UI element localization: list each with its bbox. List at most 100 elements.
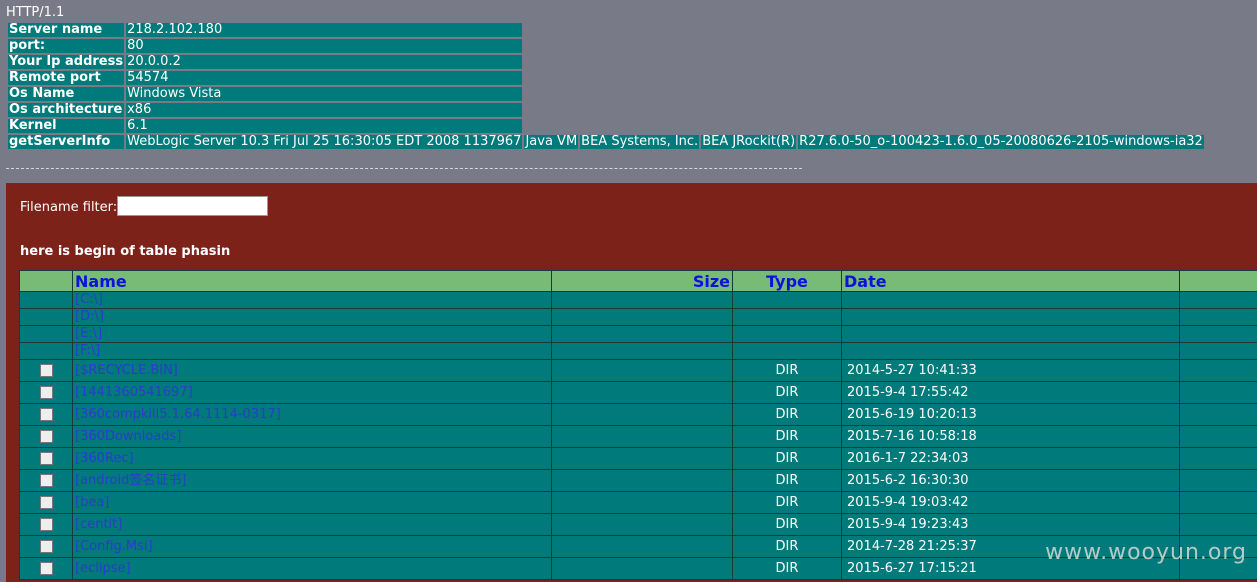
row-checkbox[interactable] (40, 430, 53, 443)
folder-link[interactable]: [centit] (75, 517, 122, 532)
table-row: [centit] DIR 2015-9-4 19:23:43 (19, 513, 1257, 536)
date-cell: 2015-9-4 19:03:42 (841, 491, 1180, 514)
folder-link[interactable]: [360compkill5.1.64.1114-0317] (75, 407, 281, 422)
drive-link[interactable]: [C:\] (75, 293, 103, 308)
date-cell: 2015-9-4 19:23:43 (841, 513, 1180, 536)
extra-cell (1179, 381, 1257, 404)
type-cell: DIR (732, 381, 842, 404)
folder-link[interactable]: [bea] (75, 495, 109, 510)
row-checkbox[interactable] (40, 386, 53, 399)
select-cell (19, 425, 73, 448)
row-checkbox[interactable] (40, 364, 53, 377)
info-value: 6.1 (126, 119, 523, 133)
type-cell: DIR (732, 447, 842, 470)
folder-link[interactable]: [eclipse] (75, 561, 131, 576)
info-key: Os Name (8, 87, 125, 101)
info-value: 218.2.102.180 (126, 23, 523, 37)
info-key: getServerInfo (8, 135, 125, 149)
drive-row: [C:\] (19, 291, 1257, 309)
info-key: port: (8, 39, 125, 53)
info-row: Your Ip address 20.0.0.2 (8, 55, 1204, 69)
row-checkbox[interactable] (40, 496, 53, 509)
extra-cell (1179, 447, 1257, 470)
type-cell (732, 342, 842, 360)
date-cell (841, 342, 1180, 360)
server-info-part: WebLogic Server 10.3 Fri Jul 25 16:30:05… (126, 134, 523, 149)
size-cell (551, 513, 733, 536)
info-value: Windows Vista (126, 87, 523, 101)
type-cell (732, 325, 842, 343)
type-cell (732, 291, 842, 309)
date-cell: 2015-6-19 10:20:13 (841, 403, 1180, 426)
type-cell: DIR (732, 491, 842, 514)
info-row: port: 80 (8, 39, 1204, 53)
select-cell (19, 535, 73, 558)
info-key: Server name (8, 23, 125, 37)
folder-link[interactable]: [1441360541697] (75, 385, 193, 400)
type-cell: DIR (732, 513, 842, 536)
row-checkbox[interactable] (40, 540, 53, 553)
row-checkbox[interactable] (40, 408, 53, 421)
row-checkbox[interactable] (40, 518, 53, 531)
table-row: [$RECYCLE.BIN] DIR 2014-5-27 10:41:33 (19, 359, 1257, 382)
server-info-part: BEA JRockit(R) (701, 134, 797, 149)
info-key: Os architecture (8, 102, 125, 117)
type-cell: DIR (732, 469, 842, 492)
folder-link[interactable]: [360Downloads] (75, 429, 181, 444)
extra-cell (1179, 403, 1257, 426)
type-cell: DIR (732, 557, 842, 580)
server-info-part: R27.6.0-50_o-100423-1.6.0_05-20080626-21… (798, 134, 1204, 149)
header-extra (1179, 270, 1257, 292)
table-header-row: Name Size Type Date (19, 270, 1257, 292)
row-checkbox[interactable] (40, 474, 53, 487)
extra-cell (1179, 425, 1257, 448)
select-cell (19, 359, 73, 382)
filename-filter-label: Filename filter: (20, 200, 118, 215)
type-cell: DIR (732, 359, 842, 382)
extra-cell (1179, 291, 1257, 309)
separator-line (6, 168, 802, 177)
folder-link[interactable]: [android签名证书] (75, 473, 186, 488)
type-cell: DIR (732, 535, 842, 558)
extra-cell (1179, 469, 1257, 492)
folder-link[interactable]: [Config.Msi] (75, 539, 153, 554)
size-cell (551, 403, 733, 426)
drive-link[interactable]: [E:\] (75, 327, 102, 342)
drive-row: [F:\] (19, 342, 1257, 360)
extra-cell (1179, 359, 1257, 382)
drive-link[interactable]: [D:\] (75, 310, 104, 325)
info-key: Your Ip address (8, 54, 125, 69)
table-row: [360Downloads] DIR 2015-7-16 10:58:18 (19, 425, 1257, 448)
header-name[interactable]: Name (72, 270, 552, 292)
size-cell (551, 469, 733, 492)
header-type[interactable]: Type (732, 270, 842, 292)
type-cell (732, 308, 842, 326)
row-checkbox[interactable] (40, 562, 53, 575)
size-cell (551, 308, 733, 326)
info-row: Os Name Windows Vista (8, 87, 1204, 101)
info-row: Os architecture x86 (8, 103, 1204, 117)
table-row: [bea] DIR 2015-9-4 19:03:42 (19, 491, 1257, 514)
info-key: Kernel (8, 119, 125, 133)
size-cell (551, 325, 733, 343)
info-row: Kernel 6.1 (8, 119, 1204, 133)
select-cell (19, 491, 73, 514)
date-cell (841, 291, 1180, 309)
table-row: [android签名证书] DIR 2015-6-2 16:30:30 (19, 469, 1257, 492)
select-cell (19, 342, 73, 360)
extra-cell (1179, 342, 1257, 360)
drive-link[interactable]: [F:\] (75, 344, 100, 359)
select-cell (19, 381, 73, 404)
extra-cell (1179, 308, 1257, 326)
header-date[interactable]: Date (841, 270, 1180, 292)
info-row: Server name 218.2.102.180 (8, 23, 1204, 37)
header-size[interactable]: Size (551, 270, 733, 292)
row-checkbox[interactable] (40, 452, 53, 465)
filename-filter-input[interactable] (117, 196, 268, 216)
folder-link[interactable]: [$RECYCLE.BIN] (75, 363, 178, 378)
select-cell (19, 325, 73, 343)
folder-link[interactable]: [360Rec] (75, 451, 134, 466)
type-cell: DIR (732, 403, 842, 426)
date-cell: 2015-6-2 16:30:30 (841, 469, 1180, 492)
size-cell (551, 342, 733, 360)
